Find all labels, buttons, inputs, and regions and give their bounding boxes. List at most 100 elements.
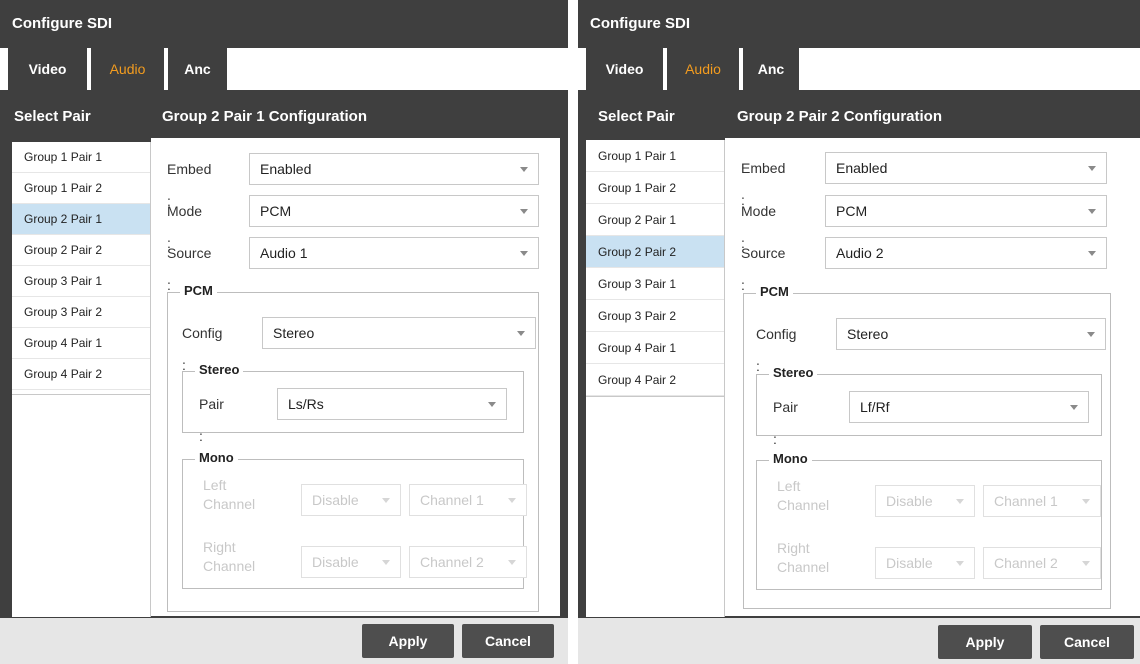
config-value: Stereo xyxy=(847,326,889,342)
embed-value: Enabled xyxy=(836,160,888,176)
cancel-button[interactable]: Cancel xyxy=(462,624,554,658)
left-channel-value: Channel 1 xyxy=(420,492,484,508)
left-enable-select[interactable]: Disable xyxy=(875,485,975,517)
source-select[interactable]: Audio 1 xyxy=(249,237,539,269)
tab-audio[interactable]: Audio xyxy=(91,48,164,90)
pair-select[interactable]: Lf/Rf xyxy=(849,391,1089,423)
left-enable-select[interactable]: Disable xyxy=(301,484,401,516)
pair-item-group3-pair1[interactable]: Group 3 Pair 1 xyxy=(12,266,150,297)
mode-select[interactable]: PCM xyxy=(825,195,1107,227)
dialog-title: Configure SDI xyxy=(0,0,568,48)
configure-sdi-dialog-left: Configure SDI Video Audio Anc Select Pai… xyxy=(0,0,568,664)
tab-anc[interactable]: Anc xyxy=(743,48,799,90)
pcm-legend: PCM xyxy=(756,284,793,299)
pair-item-group2-pair1[interactable]: Group 2 Pair 1 xyxy=(586,204,724,236)
dialog-title: Configure SDI xyxy=(578,0,1140,48)
chevron-down-icon xyxy=(1082,561,1090,566)
pair-item-group2-pair2[interactable]: Group 2 Pair 2 xyxy=(586,236,724,268)
chevron-down-icon xyxy=(382,498,390,503)
pair-item-group3-pair2[interactable]: Group 3 Pair 2 xyxy=(586,300,724,332)
sidebar-empty-area xyxy=(12,394,151,617)
source-select[interactable]: Audio 2 xyxy=(825,237,1107,269)
pcm-fieldset: PCM Config : Stereo Stereo Pair : Ls/Rs xyxy=(167,283,539,612)
dialog-footer: Apply Cancel xyxy=(0,618,568,664)
chevron-down-icon xyxy=(508,498,516,503)
right-channel-label: Right Channel xyxy=(777,540,830,575)
chevron-down-icon xyxy=(1082,499,1090,504)
pair-item-group3-pair2[interactable]: Group 3 Pair 2 xyxy=(12,297,150,328)
tab-video[interactable]: Video xyxy=(586,48,663,90)
pcm-legend: PCM xyxy=(180,283,217,298)
pair-item-group4-pair1[interactable]: Group 4 Pair 1 xyxy=(12,328,150,359)
config-select[interactable]: Stereo xyxy=(262,317,536,349)
right-channel-value: Channel 2 xyxy=(420,554,484,570)
pair-label: Pair : xyxy=(199,396,224,444)
pair-item-group1-pair1[interactable]: Group 1 Pair 1 xyxy=(586,140,724,172)
left-enable-value: Disable xyxy=(886,493,933,509)
chevron-down-icon xyxy=(382,560,390,565)
mono-legend: Mono xyxy=(195,450,238,465)
right-enable-select[interactable]: Disable xyxy=(301,546,401,578)
left-channel-value: Channel 1 xyxy=(994,493,1058,509)
pair-select[interactable]: Ls/Rs xyxy=(277,388,507,420)
right-enable-value: Disable xyxy=(886,555,933,571)
left-channel-label: Left Channel xyxy=(203,477,256,512)
configure-sdi-dialog-right: Configure SDI Video Audio Anc Select Pai… xyxy=(578,0,1140,664)
tab-bar: Video Audio Anc xyxy=(578,48,1140,90)
pair-item-group2-pair2[interactable]: Group 2 Pair 2 xyxy=(12,235,150,266)
chevron-down-icon xyxy=(520,251,528,256)
right-channel-select[interactable]: Channel 2 xyxy=(983,547,1101,579)
select-pair-heading: Select Pair xyxy=(14,108,91,125)
chevron-down-icon xyxy=(488,402,496,407)
config-form: Embed : Enabled Mode : PCM Source : Audi… xyxy=(725,138,1140,616)
select-pair-heading: Select Pair xyxy=(598,108,675,125)
pair-value: Lf/Rf xyxy=(860,399,890,415)
pair-item-group1-pair1[interactable]: Group 1 Pair 1 xyxy=(12,142,150,173)
pair-item-group3-pair1[interactable]: Group 3 Pair 1 xyxy=(586,268,724,300)
chevron-down-icon xyxy=(520,209,528,214)
section-header: Select Pair Group 2 Pair 1 Configuration xyxy=(0,96,568,138)
left-channel-label: Left Channel xyxy=(777,478,830,513)
right-channel-label: Right Channel xyxy=(203,539,256,574)
config-select[interactable]: Stereo xyxy=(836,318,1106,350)
stereo-fieldset: Stereo Pair : Ls/Rs xyxy=(182,362,524,444)
chevron-down-icon xyxy=(1070,405,1078,410)
tab-anc[interactable]: Anc xyxy=(168,48,227,90)
left-channel-select[interactable]: Channel 1 xyxy=(983,485,1101,517)
tab-audio[interactable]: Audio xyxy=(667,48,739,90)
dialog-footer: Apply Cancel xyxy=(578,618,1140,664)
chevron-down-icon xyxy=(520,167,528,172)
pcm-fieldset: PCM Config : Stereo Stereo Pair : Lf/Rf xyxy=(743,284,1111,609)
embed-select[interactable]: Enabled xyxy=(825,152,1107,184)
right-channel-select[interactable]: Channel 2 xyxy=(409,546,527,578)
chevron-down-icon xyxy=(517,331,525,336)
mode-select[interactable]: PCM xyxy=(249,195,539,227)
chevron-down-icon xyxy=(956,499,964,504)
config-title: Group 2 Pair 2 Configuration xyxy=(737,108,943,125)
pair-item-group2-pair1[interactable]: Group 2 Pair 1 xyxy=(12,204,150,235)
chevron-down-icon xyxy=(1088,209,1096,214)
apply-button[interactable]: Apply xyxy=(938,625,1032,659)
pair-item-group1-pair2[interactable]: Group 1 Pair 2 xyxy=(12,173,150,204)
tab-video[interactable]: Video xyxy=(8,48,87,90)
chevron-down-icon xyxy=(1087,332,1095,337)
left-channel-select[interactable]: Channel 1 xyxy=(409,484,527,516)
cancel-button[interactable]: Cancel xyxy=(1040,625,1134,659)
pair-item-group4-pair2[interactable]: Group 4 Pair 2 xyxy=(12,359,150,390)
source-value: Audio 2 xyxy=(836,245,884,261)
apply-button[interactable]: Apply xyxy=(362,624,454,658)
config-value: Stereo xyxy=(273,325,315,341)
source-value: Audio 1 xyxy=(260,245,308,261)
embed-select[interactable]: Enabled xyxy=(249,153,539,185)
pair-item-group4-pair1[interactable]: Group 4 Pair 1 xyxy=(586,332,724,364)
left-enable-value: Disable xyxy=(312,492,359,508)
pair-item-group1-pair2[interactable]: Group 1 Pair 2 xyxy=(586,172,724,204)
tab-bar: Video Audio Anc xyxy=(0,48,568,90)
pair-label: Pair : xyxy=(773,399,798,447)
pair-list: Group 1 Pair 1 Group 1 Pair 2 Group 2 Pa… xyxy=(586,140,725,396)
pair-item-group4-pair2[interactable]: Group 4 Pair 2 xyxy=(586,364,724,396)
chevron-down-icon xyxy=(956,561,964,566)
sidebar-empty-area xyxy=(586,396,725,617)
right-enable-select[interactable]: Disable xyxy=(875,547,975,579)
chevron-down-icon xyxy=(1088,166,1096,171)
